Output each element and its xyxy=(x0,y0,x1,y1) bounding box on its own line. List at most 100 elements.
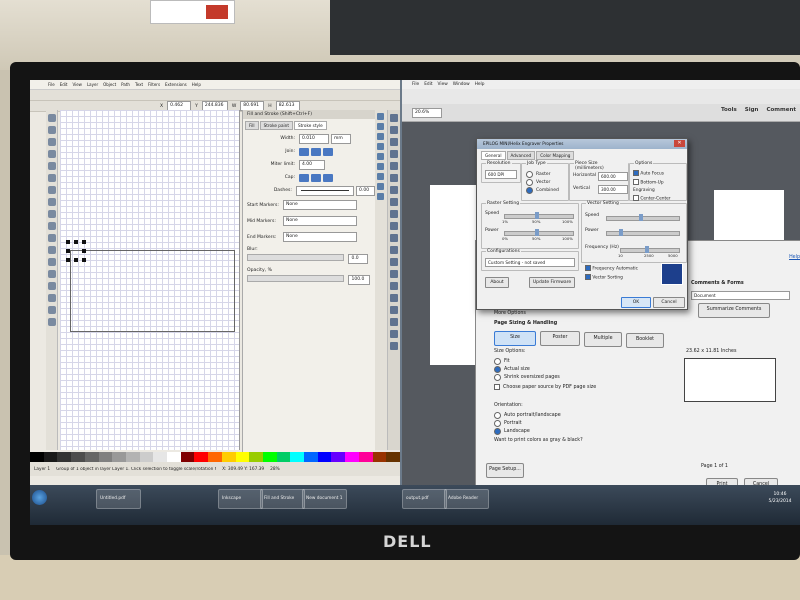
end-markers-select[interactable]: None xyxy=(283,232,357,242)
blur-slider[interactable] xyxy=(247,254,344,261)
eraser-tool-icon[interactable] xyxy=(48,282,56,290)
snap-page-icon[interactable] xyxy=(377,173,384,180)
tab-advanced[interactable]: Advanced xyxy=(506,151,536,160)
acro-menu-view[interactable]: View xyxy=(438,80,448,89)
sign-link[interactable]: Sign xyxy=(745,107,759,113)
snap-center-icon[interactable] xyxy=(377,163,384,170)
star-tool-icon[interactable] xyxy=(48,198,56,206)
acro-menu-edit[interactable]: Edit xyxy=(424,80,432,89)
layer-select[interactable]: Layer 1 xyxy=(34,467,50,472)
start-button-icon[interactable] xyxy=(32,490,47,505)
palette-swatch[interactable] xyxy=(221,452,236,462)
more-options-toggle[interactable]: More Options xyxy=(494,311,526,316)
palette-swatch[interactable] xyxy=(345,452,359,462)
tab-color-mapping[interactable]: Color Mapping xyxy=(536,151,575,160)
tab-stroke-style[interactable]: Stroke style xyxy=(293,121,327,130)
taskbar-item[interactable]: Adobe Reader xyxy=(444,489,489,509)
open-icon[interactable] xyxy=(390,126,398,134)
duplicate-icon[interactable] xyxy=(390,258,398,266)
menu-file[interactable]: File xyxy=(48,80,55,89)
xml-editor-icon[interactable] xyxy=(390,342,398,350)
rect-tool-icon[interactable] xyxy=(48,162,56,170)
width-unit-select[interactable]: mm xyxy=(331,133,351,144)
menu-edit[interactable]: Edit xyxy=(60,80,68,89)
tweak-tool-icon[interactable] xyxy=(48,138,56,146)
save-icon[interactable] xyxy=(390,138,398,146)
round-join-icon[interactable] xyxy=(311,147,321,156)
palette-swatch[interactable] xyxy=(386,452,400,462)
vertical-input[interactable]: 300.00 xyxy=(598,185,628,194)
text-tool-icon[interactable] xyxy=(48,258,56,266)
miter-input[interactable]: 4.00 xyxy=(299,159,325,170)
menu-view[interactable]: View xyxy=(72,80,82,89)
taskbar-item[interactable]: Fill and Stroke xyxy=(260,489,305,509)
bucket-tool-icon[interactable] xyxy=(48,294,56,302)
palette-swatch[interactable] xyxy=(276,452,291,462)
mid-markers-select[interactable]: None xyxy=(283,216,357,226)
menu-layer[interactable]: Layer xyxy=(87,80,98,89)
zoom-input[interactable]: 20.6% xyxy=(412,107,442,118)
zoom-field[interactable]: 28% xyxy=(270,467,280,472)
snap-path-icon[interactable] xyxy=(377,143,384,150)
shrink-radio[interactable] xyxy=(494,373,501,381)
palette-swatch[interactable] xyxy=(194,452,209,462)
poster-button[interactable]: Poster xyxy=(540,331,580,346)
pen-tool-icon[interactable] xyxy=(48,234,56,242)
palette-swatch[interactable] xyxy=(208,452,222,462)
palette-swatch[interactable] xyxy=(180,452,195,462)
copy-icon[interactable] xyxy=(390,210,398,218)
bottom-up-checkbox[interactable] xyxy=(633,178,639,185)
palette-swatch[interactable] xyxy=(358,452,373,462)
menu-text[interactable]: Text xyxy=(135,80,143,89)
menu-object[interactable]: Object xyxy=(103,80,116,89)
ungroup-icon[interactable] xyxy=(390,294,398,302)
palette-swatch[interactable] xyxy=(43,452,58,462)
palette-swatch[interactable] xyxy=(372,452,387,462)
choose-paper-checkbox[interactable] xyxy=(494,384,500,390)
undo-icon[interactable] xyxy=(390,186,398,194)
zoom-out-icon[interactable] xyxy=(390,246,398,254)
comment-link[interactable]: Comment xyxy=(766,107,796,113)
gradient-tool-icon[interactable] xyxy=(48,306,56,314)
help-link[interactable]: Help xyxy=(789,255,800,260)
taskbar-clock[interactable]: 10:46 5/23/2014 xyxy=(766,491,794,505)
landscape-radio[interactable] xyxy=(494,427,501,435)
frequency-auto-checkbox[interactable] xyxy=(585,265,591,271)
palette-swatch[interactable] xyxy=(331,452,346,462)
opacity-slider[interactable] xyxy=(247,275,344,282)
taskbar-item[interactable]: output.pdf xyxy=(402,489,447,509)
pencil-tool-icon[interactable] xyxy=(48,222,56,230)
color-palette[interactable] xyxy=(30,452,400,462)
zoom-in-icon[interactable] xyxy=(390,234,398,242)
square-cap-icon[interactable] xyxy=(323,173,333,182)
actual-size-radio[interactable] xyxy=(494,365,501,373)
snap-grid-icon[interactable] xyxy=(377,183,384,190)
menu-filters[interactable]: Filters xyxy=(148,80,160,89)
palette-swatch[interactable] xyxy=(57,452,72,462)
menu-path[interactable]: Path xyxy=(121,80,130,89)
opacity-input[interactable]: 100.0 xyxy=(348,275,371,285)
taskbar-item[interactable]: Untitled.pdf xyxy=(96,489,141,509)
bevel-join-icon[interactable] xyxy=(323,147,333,156)
clone-icon[interactable] xyxy=(390,270,398,278)
selection-handles[interactable] xyxy=(66,240,86,262)
palette-swatch[interactable] xyxy=(125,452,140,462)
vector-radio[interactable] xyxy=(526,178,533,186)
round-cap-icon[interactable] xyxy=(311,173,321,182)
vector-speed-slider[interactable] xyxy=(606,214,680,221)
booklet-button[interactable]: Booklet xyxy=(626,333,664,348)
page-setup-button[interactable]: Page Setup... xyxy=(486,463,524,478)
new-doc-icon[interactable] xyxy=(390,114,398,122)
import-icon[interactable] xyxy=(390,162,398,170)
text-font-icon[interactable] xyxy=(390,318,398,326)
tab-stroke-paint[interactable]: Stroke paint xyxy=(259,121,293,130)
export-icon[interactable] xyxy=(390,174,398,182)
palette-swatch[interactable] xyxy=(317,452,332,462)
snap-icon[interactable] xyxy=(377,113,384,120)
summarize-comments-button[interactable]: Summarize Comments xyxy=(698,303,770,318)
tab-fill[interactable]: Fill xyxy=(245,121,259,130)
palette-swatch[interactable] xyxy=(249,452,263,462)
ellipse-tool-icon[interactable] xyxy=(48,186,56,194)
miter-join-icon[interactable] xyxy=(299,147,309,156)
palette-swatch[interactable] xyxy=(98,452,113,462)
